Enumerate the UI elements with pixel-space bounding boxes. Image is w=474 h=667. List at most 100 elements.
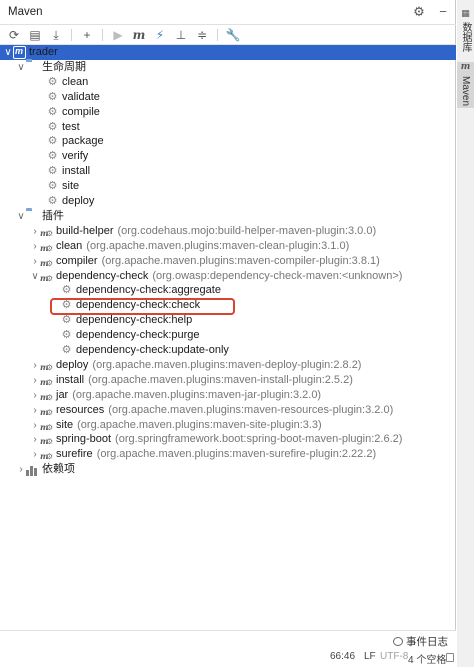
- lifecycle-item-package-label: package: [62, 135, 104, 148]
- chevron-right-icon[interactable]: ›: [30, 447, 40, 462]
- minus-icon[interactable]: −: [436, 5, 450, 19]
- chevron-right-icon[interactable]: ›: [30, 239, 40, 254]
- maven-plugin-icon: m ⚙: [40, 374, 53, 387]
- side-tab-database[interactable]: ▦ 数据库: [457, 8, 474, 56]
- settings-button[interactable]: 🔧: [224, 27, 242, 43]
- plugin-deploy[interactable]: › m ⚙ deploy (org.apache.maven.plugins:maven…: [0, 358, 456, 373]
- chevron-right-icon[interactable]: ›: [30, 224, 40, 239]
- lifecycle-item-validate[interactable]: ⚙ validate: [0, 90, 456, 105]
- plugin-compiler-coordinates: (org.apache.maven.plugins:maven-compiler…: [101, 254, 380, 267]
- goal-dependency-check-aggregate[interactable]: ⚙ dependency-check:aggregate: [0, 283, 456, 298]
- lifecycle-item-compile[interactable]: ⚙ compile: [0, 105, 456, 120]
- small-gear-glyph: ⚙: [45, 422, 53, 432]
- indent-setting[interactable]: 4 个空格: [408, 651, 446, 666]
- small-gear-glyph: ⚙: [45, 377, 53, 387]
- folder-plus-icon: ▤: [29, 27, 41, 42]
- tree-project-trader[interactable]: ∨ trader: [0, 44, 456, 60]
- maven-plugin-icon: m ⚙: [40, 419, 53, 432]
- tree-lifecycle[interactable]: ∨ 生命周期: [0, 60, 456, 75]
- tree-project-trader-label: trader: [29, 46, 58, 58]
- add-button[interactable]: +: [78, 27, 96, 43]
- small-gear-glyph: ⚙: [45, 407, 53, 417]
- plugin-clean[interactable]: › m ⚙ clean (org.apache.maven.plugins:maven-…: [0, 239, 456, 254]
- plugin-install[interactable]: › m ⚙ install (org.apache.maven.plugins:mave…: [0, 373, 456, 388]
- chevron-right-icon[interactable]: ›: [30, 432, 40, 447]
- title-bar: Maven ⚙ −: [0, 0, 456, 25]
- chevron-right-icon[interactable]: ›: [30, 254, 40, 269]
- lifecycle-item-test[interactable]: ⚙ test: [0, 120, 456, 135]
- plugin-clean-coordinates: (org.apache.maven.plugins:maven-clean-pl…: [86, 239, 350, 252]
- run-icon: ▶: [113, 27, 123, 42]
- lifecycle-item-deploy[interactable]: ⚙ deploy: [0, 194, 456, 209]
- lifecycle-item-site[interactable]: ⚙ site: [0, 179, 456, 194]
- lifecycle-item-package[interactable]: ⚙ package: [0, 134, 456, 149]
- chevron-down-icon[interactable]: ∨: [30, 269, 40, 284]
- line-separator[interactable]: LF: [364, 651, 376, 662]
- plugin-surefire[interactable]: › m ⚙ surefire (org.apache.maven.plugins:mav…: [0, 447, 456, 462]
- small-gear-glyph: ⚙: [45, 273, 53, 283]
- cursor-position[interactable]: 66:46: [330, 651, 355, 662]
- speech-bubble-icon: [393, 637, 403, 646]
- execute-goal-button[interactable]: m: [130, 27, 148, 43]
- file-encoding[interactable]: UTF-8: [380, 651, 408, 662]
- maven-plugin-icon: m ⚙: [40, 448, 53, 461]
- bar-2: [34, 467, 37, 476]
- chevron-down-icon[interactable]: ∨: [16, 209, 26, 224]
- lock-icon[interactable]: [446, 653, 454, 662]
- tree-dependencies[interactable]: › 依赖项: [0, 462, 456, 477]
- goal-dependency-check-purge[interactable]: ⚙ dependency-check:purge: [0, 328, 456, 343]
- lifecycle-item-install[interactable]: ⚙ install: [0, 164, 456, 179]
- plugin-build-helper[interactable]: › m ⚙ build-helper (org.codehaus.mojo:build-…: [0, 224, 456, 239]
- gear-icon: ⚙: [47, 105, 58, 118]
- chevron-right-icon[interactable]: ›: [30, 388, 40, 403]
- lifecycle-item-verify-label: verify: [62, 150, 89, 163]
- status-bar: 事件日志 66:46 LF UTF-8 4 个空格: [0, 630, 456, 667]
- lifecycle-item-install-label: install: [62, 165, 91, 178]
- maven-plugin-icon: m ⚙: [40, 389, 53, 402]
- plugin-site-coordinates: (org.apache.maven.plugins:maven-site-plu…: [77, 418, 322, 431]
- skip-tests-button[interactable]: ⊥: [172, 27, 190, 43]
- folder-icon: [26, 210, 39, 223]
- toggle-offline-button[interactable]: ⚡: [151, 27, 169, 43]
- chevron-right-icon[interactable]: ›: [30, 418, 40, 433]
- download-button[interactable]: ⤓: [47, 27, 65, 43]
- database-icon: ▦: [461, 8, 470, 18]
- plugin-site[interactable]: › m ⚙ site (org.apache.maven.plugins:maven-s…: [0, 418, 456, 433]
- plugin-resources[interactable]: › m ⚙ resources (org.apache.maven.plugins:ma…: [0, 403, 456, 418]
- add-project-button[interactable]: ▤: [26, 27, 44, 43]
- lightning-icon: ⚡: [155, 27, 165, 42]
- goal-dependency-check-help[interactable]: ⚙ dependency-check:help: [0, 313, 456, 328]
- chevron-right-icon[interactable]: ›: [16, 462, 26, 477]
- chevron-down-icon[interactable]: ∨: [16, 60, 26, 75]
- download-icon: ⤓: [53, 27, 59, 42]
- gear-icon[interactable]: ⚙: [412, 5, 426, 19]
- side-tab-maven[interactable]: m Maven: [457, 62, 474, 108]
- maven-plugin-icon: m ⚙: [40, 404, 53, 417]
- chevron-right-icon[interactable]: ›: [30, 358, 40, 373]
- plugin-dependency-check[interactable]: ∨ m ⚙ dependency-check (org.owasp:dependency…: [0, 269, 456, 284]
- lifecycle-item-validate-label: validate: [62, 90, 100, 103]
- gear-icon: ⚙: [47, 195, 58, 207]
- goal-dependency-check-update-only-label: dependency-check:update-only: [76, 344, 229, 356]
- chevron-right-icon[interactable]: ›: [30, 403, 40, 418]
- plugin-compiler[interactable]: › m ⚙ compiler (org.apache.maven.plugins:mav…: [0, 254, 456, 269]
- reload-button[interactable]: ⟳: [5, 27, 23, 43]
- folder-icon: [26, 61, 39, 74]
- event-log-button[interactable]: 事件日志: [393, 634, 448, 649]
- plugin-spring-boot[interactable]: › m ⚙ spring-boot (org.springframework.boot:…: [0, 432, 456, 447]
- toolbar-separator: [71, 28, 72, 41]
- tree-lifecycle-label: 生命周期: [42, 60, 86, 73]
- run-button[interactable]: ▶: [109, 27, 127, 43]
- plugin-install-label: install: [56, 373, 85, 386]
- chevron-down-icon[interactable]: ∨: [3, 45, 13, 60]
- plugin-jar[interactable]: › m ⚙ jar (org.apache.maven.plugins:maven-ja…: [0, 388, 456, 403]
- plugin-install-coordinates: (org.apache.maven.plugins:maven-install-…: [88, 373, 353, 386]
- toolbar-separator: [217, 28, 218, 41]
- lifecycle-item-clean[interactable]: ⚙ clean: [0, 75, 456, 90]
- goal-dependency-check-update-only[interactable]: ⚙ dependency-check:update-only: [0, 343, 456, 358]
- lifecycle-item-verify[interactable]: ⚙ verify: [0, 149, 456, 164]
- show-dependencies-button[interactable]: ≑: [193, 27, 211, 43]
- small-gear-glyph: ⚙: [45, 437, 53, 447]
- tree-plugins[interactable]: ∨ 插件: [0, 209, 456, 224]
- chevron-right-icon[interactable]: ›: [30, 373, 40, 388]
